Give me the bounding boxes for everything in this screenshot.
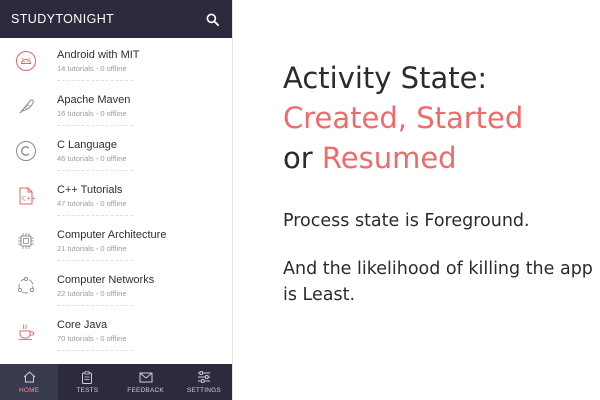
app-header: STUDYTONIGHT [0, 0, 232, 38]
app-title: STUDYTONIGHT [11, 12, 115, 26]
activity-state-alt: or Resumed [283, 140, 593, 176]
course-name: C++ Tutorials [57, 183, 123, 196]
course-name: Android with MIT [57, 48, 140, 61]
list-item[interactable]: Android with MIT 14 tutorials - 0 offlin… [0, 38, 232, 83]
search-icon[interactable] [203, 10, 221, 28]
course-name: Core Java [57, 318, 108, 331]
process-state-text: Process state is Foreground. [283, 211, 530, 231]
list-item[interactable]: Computer Networks 22 tutorials - 0 offli… [0, 263, 232, 308]
sliders-icon [197, 371, 211, 384]
phone-screen: STUDYTONIGHT Android with MIT 14 tutoria… [0, 0, 233, 400]
nav-home[interactable]: HOME [0, 364, 59, 400]
c-letter-icon [14, 139, 38, 163]
or-word: or [283, 141, 322, 175]
network-icon [14, 274, 38, 298]
course-meta: 16 tutorials - 0 offline [57, 108, 127, 118]
list-item[interactable]: C++ C++ Tutorials 47 tutorials - 0 offli… [0, 173, 232, 218]
course-meta: 46 tutorials - 0 offline [57, 153, 127, 163]
mail-icon [139, 371, 153, 384]
course-list: Android with MIT 14 tutorials - 0 offlin… [0, 38, 232, 364]
activity-state-values: Created, Started [283, 101, 524, 135]
slide-text: Activity State: Created, Started or Resu… [283, 60, 593, 308]
home-icon [22, 371, 36, 384]
bottom-nav: HOME TESTS FEEDBACK SETTINGS [0, 364, 232, 400]
course-name: Computer Networks [57, 273, 155, 286]
chip-icon [14, 229, 38, 253]
nav-tests[interactable]: TESTS [58, 364, 116, 400]
course-name: Computer Architecture [57, 228, 167, 241]
course-meta: 47 tutorials - 0 offline [57, 198, 127, 208]
svg-text:C++: C++ [22, 195, 36, 202]
course-name: Apache Maven [57, 93, 131, 106]
nav-settings[interactable]: SETTINGS [175, 364, 232, 400]
list-item[interactable]: Computer Architecture 21 tutorials - 0 o… [0, 218, 232, 263]
nav-label: HOME [18, 386, 40, 394]
list-item[interactable]: Core Java 70 tutorials - 0 offline [0, 308, 232, 353]
nav-label: TESTS [76, 386, 99, 394]
android-icon [14, 49, 38, 73]
nav-feedback[interactable]: FEEDBACK [117, 364, 175, 400]
java-cup-icon [14, 319, 38, 343]
list-item[interactable]: Apache Maven 16 tutorials - 0 offline [0, 83, 232, 128]
course-meta: 70 tutorials - 0 offline [57, 333, 127, 343]
course-meta: 14 tutorials - 0 offline [57, 63, 127, 73]
nav-label: FEEDBACK [127, 386, 164, 394]
resumed-word: Resumed [321, 141, 457, 175]
course-meta: 22 tutorials - 0 offline [57, 288, 127, 298]
course-meta: 21 tutorials - 0 offline [57, 243, 127, 253]
list-item[interactable]: C Language 46 tutorials - 0 offline [0, 128, 232, 173]
cpp-file-icon: C++ [14, 184, 38, 208]
nav-label: SETTINGS [186, 386, 221, 394]
activity-state-heading: Activity State: [283, 61, 488, 95]
course-name: C Language [57, 138, 117, 151]
clipboard-icon [80, 370, 94, 384]
feather-icon [14, 94, 38, 118]
kill-likelihood-text: And the likelihood of killing the app is… [283, 259, 593, 305]
